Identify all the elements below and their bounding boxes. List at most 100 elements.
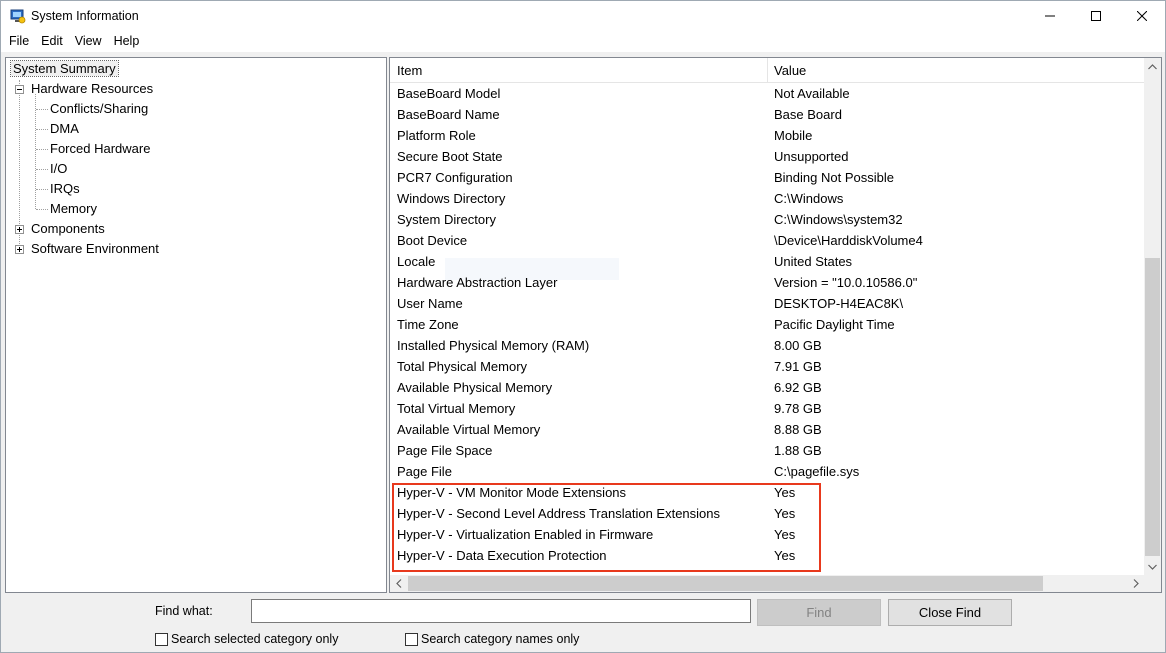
close-button[interactable] <box>1119 1 1165 31</box>
minimize-button[interactable] <box>1027 1 1073 31</box>
menu-view[interactable]: View <box>69 31 108 52</box>
table-row[interactable]: Available Physical Memory 6.92 GB <box>390 377 1144 398</box>
table-row[interactable]: Page File Space 1.88 GB <box>390 440 1144 461</box>
vertical-scrollbar[interactable] <box>1144 58 1161 575</box>
list-header: Item Value <box>390 58 1144 83</box>
search-category-names-checkbox[interactable]: Search category names only <box>405 631 579 647</box>
row-item: Boot Device <box>397 233 468 248</box>
table-row[interactable]: Boot Device \Device\HarddiskVolume4 <box>390 230 1144 251</box>
search-selected-category-checkbox[interactable]: Search selected category only <box>155 631 338 647</box>
table-row[interactable]: Total Virtual Memory 9.78 GB <box>390 398 1144 419</box>
row-item: Time Zone <box>397 317 459 332</box>
minimize-icon <box>1045 15 1055 17</box>
row-item: Page File <box>397 464 452 479</box>
table-row[interactable]: System Directory C:\Windows\system32 <box>390 209 1144 230</box>
tree-connector <box>36 149 48 150</box>
vertical-scroll-thumb[interactable] <box>1145 258 1160 556</box>
row-value: 7.91 GB <box>774 359 822 374</box>
menu-edit[interactable]: Edit <box>35 31 69 52</box>
table-row[interactable]: Windows Directory C:\Windows <box>390 188 1144 209</box>
chevron-up-icon <box>1148 63 1157 69</box>
menu-help[interactable]: Help <box>108 31 146 52</box>
tree-item-label: I/O <box>50 161 68 176</box>
tree-item-dma[interactable]: DMA <box>50 119 79 139</box>
table-row[interactable]: Installed Physical Memory (RAM) 8.00 GB <box>390 335 1144 356</box>
find-label: Find what: <box>155 604 213 618</box>
row-item: Secure Boot State <box>397 149 503 164</box>
table-row[interactable]: Page File C:\pagefile.sys <box>390 461 1144 482</box>
maximize-button[interactable] <box>1073 1 1119 31</box>
row-value: C:\pagefile.sys <box>774 464 860 479</box>
row-item: Installed Physical Memory (RAM) <box>397 338 590 353</box>
category-tree[interactable]: System Summary Hardware Resources Confli… <box>5 57 387 593</box>
row-item: Available Physical Memory <box>397 380 553 395</box>
scroll-left-button[interactable] <box>390 575 407 592</box>
tree-item-hardware-resources[interactable]: Hardware Resources <box>31 79 153 99</box>
table-row[interactable]: Secure Boot State Unsupported <box>390 146 1144 167</box>
column-divider[interactable] <box>767 58 768 83</box>
chevron-down-icon <box>1148 564 1157 570</box>
row-value: 8.88 GB <box>774 422 822 437</box>
tree-item-components[interactable]: Components <box>31 219 105 239</box>
tree-item-label: DMA <box>50 121 79 136</box>
row-value: Mobile <box>774 128 813 143</box>
table-row[interactable]: Time Zone Pacific Daylight Time <box>390 314 1144 335</box>
checkbox-label: Search category names only <box>421 632 580 646</box>
table-row[interactable]: User Name DESKTOP-H4EAC8K\ <box>390 293 1144 314</box>
horizontal-scroll-thumb[interactable] <box>408 576 1043 591</box>
close-find-button[interactable]: Close Find <box>888 599 1012 626</box>
find-input[interactable] <box>251 599 751 623</box>
row-value: 8.00 GB <box>774 338 822 353</box>
expand-icon[interactable] <box>15 225 24 234</box>
table-row[interactable]: BaseBoard Name Base Board <box>390 104 1144 125</box>
expand-icon[interactable] <box>15 245 24 254</box>
system-info-icon <box>10 8 26 24</box>
checkbox-box[interactable] <box>405 632 418 646</box>
horizontal-scrollbar[interactable] <box>390 575 1144 592</box>
row-value: \Device\HarddiskVolume4 <box>774 233 923 248</box>
table-row[interactable]: BaseBoard Model Not Available <box>390 83 1144 104</box>
tree-item-label: Forced Hardware <box>50 141 151 156</box>
checkbox-box[interactable] <box>155 632 168 646</box>
table-row[interactable]: Platform Role Mobile <box>390 125 1144 146</box>
menu-bar: File Edit View Help <box>1 31 1165 52</box>
tree-item-label: Hardware Resources <box>31 81 154 96</box>
tree-item-memory[interactable]: Memory <box>50 199 97 219</box>
table-row[interactable]: Locale United States <box>390 251 1144 272</box>
row-item: Windows Directory <box>397 191 506 206</box>
scroll-up-button[interactable] <box>1144 58 1161 75</box>
row-value: Unsupported <box>774 149 849 164</box>
tree-connector <box>36 189 48 190</box>
table-row[interactable]: Available Virtual Memory 8.88 GB <box>390 419 1144 440</box>
details-list[interactable]: Item Value BaseBoard Model Not Available … <box>389 57 1162 593</box>
scroll-down-button[interactable] <box>1144 558 1161 575</box>
tree-item-irqs[interactable]: IRQs <box>50 179 80 199</box>
tree-item-io[interactable]: I/O <box>50 159 67 179</box>
menu-file[interactable]: File <box>3 31 35 52</box>
find-button[interactable]: Find <box>757 599 881 626</box>
tree-item-label: IRQs <box>50 181 80 196</box>
column-header-value[interactable]: Value <box>774 58 806 83</box>
table-row[interactable]: Total Physical Memory 7.91 GB <box>390 356 1144 377</box>
column-header-item[interactable]: Item <box>397 58 422 83</box>
collapse-icon[interactable] <box>15 85 24 94</box>
row-item: Available Virtual Memory <box>397 422 541 437</box>
tree-item-system-summary[interactable]: System Summary <box>10 59 119 79</box>
row-item: BaseBoard Model <box>397 86 501 101</box>
tree-item-forced-hardware[interactable]: Forced Hardware <box>50 139 150 159</box>
row-value: DESKTOP-H4EAC8K\ <box>774 296 904 311</box>
row-item: Platform Role <box>397 128 476 143</box>
tree-connector <box>36 169 48 170</box>
table-row[interactable]: PCR7 Configuration Binding Not Possible <box>390 167 1144 188</box>
tree-item-label: System Summary <box>10 60 119 77</box>
tree-item-label: Memory <box>50 201 97 216</box>
row-item: Locale <box>397 254 436 269</box>
tree-item-conflicts-sharing[interactable]: Conflicts/Sharing <box>50 99 148 119</box>
tree-item-software-environment[interactable]: Software Environment <box>31 239 159 259</box>
row-item: Total Physical Memory <box>397 359 528 374</box>
table-row[interactable]: Hardware Abstraction Layer Version = "10.… <box>390 272 1144 293</box>
row-value: 1.88 GB <box>774 443 822 458</box>
scrollbar-corner <box>1144 575 1161 592</box>
scroll-right-button[interactable] <box>1127 575 1144 592</box>
row-value: 6.92 GB <box>774 380 822 395</box>
